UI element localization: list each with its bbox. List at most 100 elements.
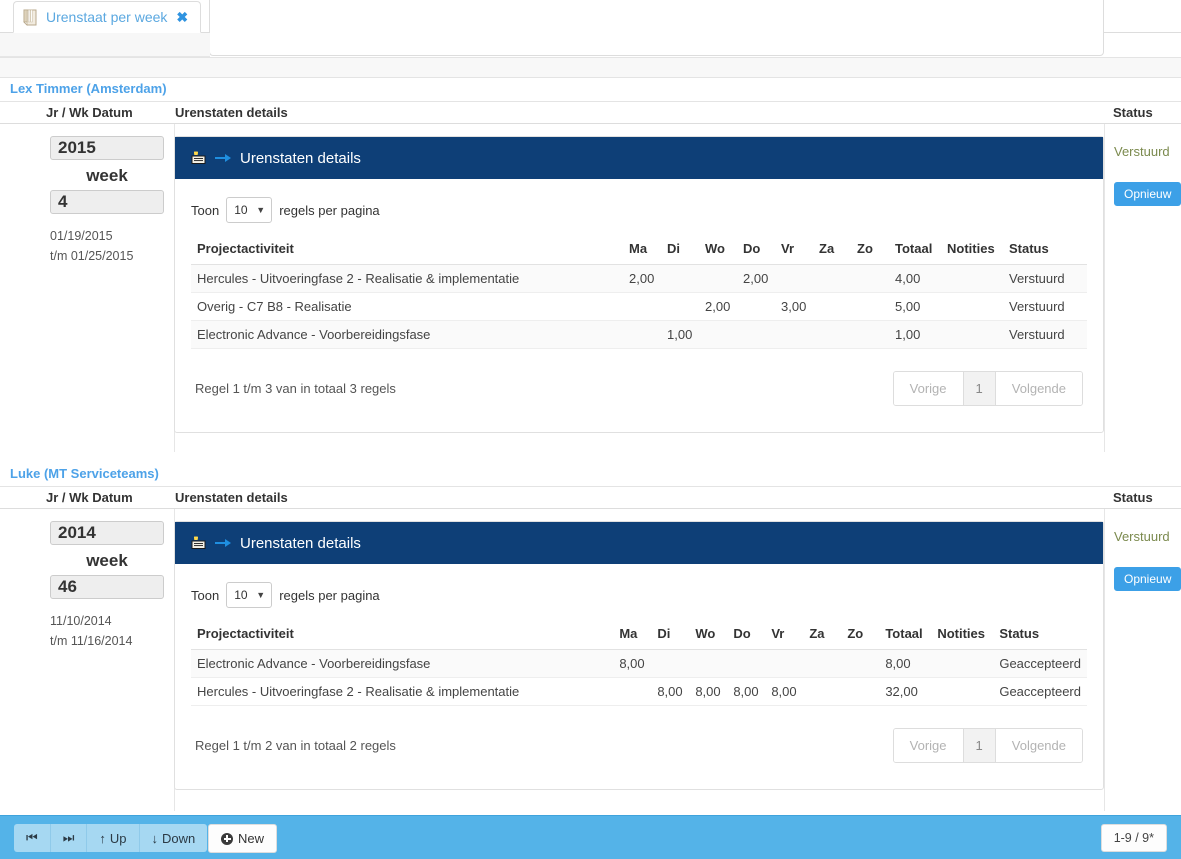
rows-per-page-select[interactable]: 10 ▼ <box>226 582 272 608</box>
per-page-label: regels per pagina <box>279 588 379 603</box>
table-row[interactable]: Hercules - Uitvoeringfase 2 - Realisatie… <box>191 265 1087 293</box>
col-wo: Wo <box>699 237 737 265</box>
cell-za <box>813 265 851 293</box>
pagination-prev[interactable]: Vorige <box>894 729 964 762</box>
chevron-down-icon: ▼ <box>256 205 265 215</box>
last-record-button[interactable]: ⏭ <box>51 824 88 852</box>
cell-wo <box>699 265 737 293</box>
cell-ma: 8,00 <box>613 650 651 678</box>
cell-activity: Hercules - Uitvoeringfase 2 - Realisatie… <box>191 265 623 293</box>
year-field[interactable]: 2015 <box>50 136 164 160</box>
cell-ma <box>613 678 651 706</box>
date-range: 01/19/2015 t/m 01/25/2015 <box>50 226 175 266</box>
right-status-column: Verstuurd Opnieuw <box>1104 124 1181 452</box>
app-window: Urenstaat per week ✖ Lex Timmer (Amsterd… <box>0 0 1181 859</box>
pagination-next[interactable]: Volgende <box>996 372 1082 405</box>
cell-vr <box>775 321 813 349</box>
new-label: New <box>238 831 264 846</box>
down-button[interactable]: ↓ Down <box>140 824 208 852</box>
pagination-next[interactable]: Volgende <box>996 729 1082 762</box>
pagination-controls: Vorige 1 Volgende <box>893 728 1083 763</box>
tab-urenstaat-per-week[interactable]: Urenstaat per week ✖ <box>13 1 201 33</box>
header-urenstaten-details: Urenstaten details <box>175 102 288 123</box>
col-zo: Zo <box>851 237 889 265</box>
cell-vr <box>765 650 803 678</box>
col-vr: Vr <box>765 622 803 650</box>
rows-per-page-control: Toon 10 ▼ regels per pagina <box>191 191 1087 237</box>
section-luke: Luke (MT Serviceteams) Jr / Wk Datum Ure… <box>0 463 1181 811</box>
status-badge: Verstuurd <box>1114 529 1170 544</box>
col-zo: Zo <box>841 622 879 650</box>
cell-totaal: 5,00 <box>889 293 941 321</box>
arrow-down-icon: ↓ <box>152 831 159 846</box>
cell-totaal: 8,00 <box>879 650 931 678</box>
pagination-prev[interactable]: Vorige <box>894 372 964 405</box>
close-icon[interactable]: ✖ <box>176 10 188 24</box>
pagination-controls: Vorige 1 Volgende <box>893 371 1083 406</box>
record-counter[interactable]: 1-9 / 9* <box>1101 824 1167 852</box>
pagination-page-1[interactable]: 1 <box>964 372 996 405</box>
cell-notities <box>941 321 1003 349</box>
col-totaal: Totaal <box>889 237 941 265</box>
skip-to-start-icon: ⏮ <box>26 830 38 846</box>
cell-status: Geaccepteerd <box>993 678 1087 706</box>
table-row[interactable]: Electronic Advance - Voorbereidingsfase … <box>191 321 1087 349</box>
urenstaten-details-panel: Urenstaten details Toon 10 ▼ regels per … <box>174 136 1104 433</box>
header-status: Status <box>1113 487 1153 508</box>
up-button[interactable]: ↑ Up <box>87 824 139 852</box>
top-left-strip <box>0 33 210 57</box>
date-range: 11/10/2014 t/m 11/16/2014 <box>50 611 175 651</box>
timesheet-table: Projectactiviteit Ma Di Wo Do Vr Za Zo T… <box>191 237 1087 349</box>
cell-notities <box>941 265 1003 293</box>
date-to: t/m 01/25/2015 <box>50 246 175 266</box>
col-za: Za <box>813 237 851 265</box>
arrow-up-icon: ↑ <box>99 831 106 846</box>
week-number-field[interactable]: 46 <box>50 575 164 599</box>
col-wo: Wo <box>689 622 727 650</box>
section-title: Luke (MT Serviceteams) <box>0 463 1181 487</box>
table-row[interactable]: Electronic Advance - Voorbereidingsfase … <box>191 650 1087 678</box>
week-label: week <box>50 551 164 571</box>
cell-totaal: 4,00 <box>889 265 941 293</box>
cell-wo <box>699 321 737 349</box>
nav-button-group: ⏮ ⏭ ↑ Up ↓ Down <box>14 824 207 852</box>
rows-per-page-select[interactable]: 10 ▼ <box>226 197 272 223</box>
cell-di: 8,00 <box>651 678 689 706</box>
table-row[interactable]: Hercules - Uitvoeringfase 2 - Realisatie… <box>191 678 1087 706</box>
col-ma: Ma <box>613 622 651 650</box>
panel-body: Toon 10 ▼ regels per pagina Projectactiv… <box>175 564 1103 789</box>
left-date-column: 2014 week 46 11/10/2014 t/m 11/16/2014 <box>0 509 175 811</box>
section-body: 2014 week 46 11/10/2014 t/m 11/16/2014 <box>0 509 1181 811</box>
col-projectactiviteit: Projectactiviteit <box>191 237 623 265</box>
pagination-info: Regel 1 t/m 3 van in totaal 3 regels <box>195 381 396 396</box>
cell-activity: Electronic Advance - Voorbereidingsfase <box>191 321 623 349</box>
panel-header: Urenstaten details <box>175 522 1103 564</box>
cell-zo <box>841 650 879 678</box>
col-ma: Ma <box>623 237 661 265</box>
panel-header: Urenstaten details <box>175 137 1103 179</box>
pagination-page-1[interactable]: 1 <box>964 729 996 762</box>
toon-label: Toon <box>191 588 219 603</box>
cell-zo <box>841 678 879 706</box>
first-record-button[interactable]: ⏮ <box>14 824 51 852</box>
cell-ma <box>623 293 661 321</box>
pagination-row: Regel 1 t/m 2 van in totaal 2 regels Vor… <box>191 706 1087 789</box>
arrow-right-icon <box>214 536 232 550</box>
cell-wo <box>689 650 727 678</box>
bottom-toolbar: ⏮ ⏭ ↑ Up ↓ Down New 1-9 / 9* <box>0 815 1181 859</box>
table-row[interactable]: Overig - C7 B8 - Realisatie 2,00 3,00 5,… <box>191 293 1087 321</box>
up-label: Up <box>110 831 127 846</box>
cell-status: Verstuurd <box>1003 293 1087 321</box>
opnieuw-button[interactable]: Opnieuw <box>1114 182 1181 206</box>
cell-di <box>661 293 699 321</box>
opnieuw-button[interactable]: Opnieuw <box>1114 567 1181 591</box>
top-content-panel <box>209 0 1104 56</box>
new-button[interactable]: New <box>208 824 277 853</box>
rows-per-page-control: Toon 10 ▼ regels per pagina <box>191 576 1087 622</box>
status-badge: Verstuurd <box>1114 144 1170 159</box>
week-number-field[interactable]: 4 <box>50 190 164 214</box>
cell-za <box>813 293 851 321</box>
year-field[interactable]: 2014 <box>50 521 164 545</box>
pagination-row: Regel 1 t/m 3 van in totaal 3 regels Vor… <box>191 349 1087 432</box>
table-header-row: Projectactiviteit Ma Di Wo Do Vr Za Zo T… <box>191 237 1087 265</box>
